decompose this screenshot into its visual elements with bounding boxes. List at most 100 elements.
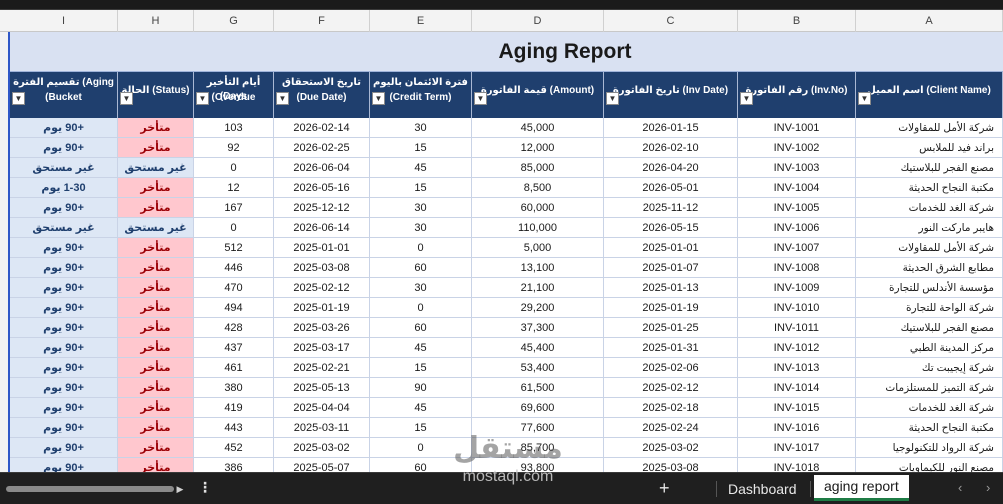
cell-status[interactable]: متأخر	[118, 438, 194, 458]
table-row[interactable]: +90 يوم متأخر 103 2026-02-14 30 45,000 2026-01…	[10, 118, 1003, 138]
cell-aging-bucket[interactable]: +90 يوم	[10, 258, 118, 278]
header-days-overdue[interactable]: أيام التأخير (Days (Overdue ▼	[194, 72, 274, 118]
cell-status[interactable]: متأخر	[118, 258, 194, 278]
cell-days-overdue[interactable]: 167	[194, 198, 274, 218]
header-status[interactable]: الحالة (Status) ▼	[118, 72, 194, 118]
cell-status[interactable]: متأخر	[118, 458, 194, 472]
table-row[interactable]: +90 يوم متأخر 446 2025-03-08 60 13,100 2025-01…	[10, 258, 1003, 278]
cell-inv-date[interactable]: 2026-05-01	[604, 178, 738, 198]
cell-status[interactable]: غير مستحق	[118, 218, 194, 238]
cell-inv-no[interactable]: INV-1002	[738, 138, 856, 158]
table-row[interactable]: +90 يوم متأخر 380 2025-05-13 90 61,500 2025-02…	[10, 378, 1003, 398]
cell-client-name[interactable]: مؤسسة الأندلس للتجارة	[856, 278, 1003, 298]
cell-due-date[interactable]: 2025-03-08	[274, 258, 370, 278]
header-inv-no[interactable]: رقم الفاتورة (Inv.No) ▼	[738, 72, 856, 118]
table-row[interactable]: +90 يوم متأخر 428 2025-03-26 60 37,300 2025-01…	[10, 318, 1003, 338]
table-row[interactable]: 1-30 يوم متأخر 12 2026-05-16 15 8,500 2026-05-…	[10, 178, 1003, 198]
cell-inv-no[interactable]: INV-1013	[738, 358, 856, 378]
cell-credit-term[interactable]: 15	[370, 178, 472, 198]
cell-status[interactable]: غير مستحق	[118, 158, 194, 178]
cell-inv-date[interactable]: 2025-01-25	[604, 318, 738, 338]
cell-inv-no[interactable]: INV-1004	[738, 178, 856, 198]
cell-aging-bucket[interactable]: +90 يوم	[10, 238, 118, 258]
filter-dropdown-icon[interactable]: ▼	[606, 92, 619, 105]
cell-aging-bucket[interactable]: 1-30 يوم	[10, 178, 118, 198]
cell-credit-term[interactable]: 90	[370, 378, 472, 398]
cell-inv-date[interactable]: 2025-02-18	[604, 398, 738, 418]
column-letter-a[interactable]: A	[856, 10, 1003, 32]
header-amount[interactable]: قيمة الفاتورة (Amount) ▼	[472, 72, 604, 118]
cell-credit-term[interactable]: 60	[370, 258, 472, 278]
cell-inv-date[interactable]: 2025-01-19	[604, 298, 738, 318]
filter-dropdown-icon[interactable]: ▼	[372, 92, 385, 105]
cell-aging-bucket[interactable]: +90 يوم	[10, 458, 118, 472]
cell-days-overdue[interactable]: 103	[194, 118, 274, 138]
cell-due-date[interactable]: 2026-05-16	[274, 178, 370, 198]
cell-client-name[interactable]: براند فيد للملابس	[856, 138, 1003, 158]
cell-inv-date[interactable]: 2025-02-12	[604, 378, 738, 398]
cell-amount[interactable]: 69,600	[472, 398, 604, 418]
cell-credit-term[interactable]: 0	[370, 238, 472, 258]
cell-client-name[interactable]: شركة الواحة للتجارة	[856, 298, 1003, 318]
cell-amount[interactable]: 93,800	[472, 458, 604, 472]
filter-dropdown-icon[interactable]: ▼	[740, 92, 753, 105]
cell-inv-date[interactable]: 2025-01-07	[604, 258, 738, 278]
cell-status[interactable]: متأخر	[118, 118, 194, 138]
cell-amount[interactable]: 37,300	[472, 318, 604, 338]
table-row[interactable]: +90 يوم متأخر 437 2025-03-17 45 45,400 2025-01…	[10, 338, 1003, 358]
cell-due-date[interactable]: 2025-03-11	[274, 418, 370, 438]
cell-inv-date[interactable]: 2025-03-02	[604, 438, 738, 458]
cell-due-date[interactable]: 2025-05-13	[274, 378, 370, 398]
cell-aging-bucket[interactable]: غير مستحق	[10, 158, 118, 178]
cell-status[interactable]: متأخر	[118, 298, 194, 318]
scrollbar-thumb[interactable]	[6, 486, 174, 492]
cell-inv-no[interactable]: INV-1005	[738, 198, 856, 218]
cell-due-date[interactable]: 2026-02-14	[274, 118, 370, 138]
column-letter-i[interactable]: I	[10, 10, 118, 32]
cell-amount[interactable]: 13,100	[472, 258, 604, 278]
cell-inv-no[interactable]: INV-1014	[738, 378, 856, 398]
cell-client-name[interactable]: شركة إيجيبت تك	[856, 358, 1003, 378]
cell-aging-bucket[interactable]: +90 يوم	[10, 138, 118, 158]
cell-inv-date[interactable]: 2025-01-31	[604, 338, 738, 358]
cell-client-name[interactable]: شركة التميز للمستلزمات	[856, 378, 1003, 398]
cell-client-name[interactable]: شركة الغد للخدمات	[856, 398, 1003, 418]
filter-dropdown-icon[interactable]: ▼	[120, 92, 133, 105]
cell-client-name[interactable]: هايبر ماركت النور	[856, 218, 1003, 238]
cell-due-date[interactable]: 2025-04-04	[274, 398, 370, 418]
cell-client-name[interactable]: مكتبة النجاح الحديثة	[856, 178, 1003, 198]
filter-dropdown-icon[interactable]: ▼	[858, 92, 871, 105]
cell-inv-date[interactable]: 2025-02-06	[604, 358, 738, 378]
cell-due-date[interactable]: 2025-02-21	[274, 358, 370, 378]
cell-inv-no[interactable]: INV-1012	[738, 338, 856, 358]
cell-days-overdue[interactable]: 380	[194, 378, 274, 398]
filter-dropdown-icon[interactable]: ▼	[196, 92, 209, 105]
cell-inv-no[interactable]: INV-1016	[738, 418, 856, 438]
cell-aging-bucket[interactable]: +90 يوم	[10, 118, 118, 138]
filter-dropdown-icon[interactable]: ▼	[12, 92, 25, 105]
table-row[interactable]: +90 يوم متأخر 470 2025-02-12 30 21,100 2025-01…	[10, 278, 1003, 298]
cell-inv-no[interactable]: INV-1010	[738, 298, 856, 318]
header-credit-term[interactable]: فترة الائتمان باليوم (Credit Term) ▼	[370, 72, 472, 118]
cell-amount[interactable]: 61,500	[472, 378, 604, 398]
table-row[interactable]: +90 يوم متأخر 461 2025-02-21 15 53,400 2025-02…	[10, 358, 1003, 378]
cell-status[interactable]: متأخر	[118, 178, 194, 198]
cell-inv-no[interactable]: INV-1018	[738, 458, 856, 472]
filter-dropdown-icon[interactable]: ▼	[474, 92, 487, 105]
header-aging-bucket[interactable]: تقسيم الفترة (Aging (Bucket ▼	[10, 72, 118, 118]
cell-days-overdue[interactable]: 512	[194, 238, 274, 258]
cell-due-date[interactable]: 2025-03-17	[274, 338, 370, 358]
cell-inv-date[interactable]: 2026-01-15	[604, 118, 738, 138]
tab-aging-report[interactable]: aging report	[814, 475, 909, 501]
column-letter-h[interactable]: H	[118, 10, 194, 32]
table-row[interactable]: +90 يوم متأخر 512 2025-01-01 0 5,000 2025-01-0…	[10, 238, 1003, 258]
cell-days-overdue[interactable]: 443	[194, 418, 274, 438]
cell-inv-no[interactable]: INV-1009	[738, 278, 856, 298]
cell-credit-term[interactable]: 0	[370, 438, 472, 458]
cell-amount[interactable]: 29,200	[472, 298, 604, 318]
cell-inv-date[interactable]: 2026-02-10	[604, 138, 738, 158]
table-row[interactable]: غير مستحق غير مستحق 0 2026-06-04 45 85,000 202…	[10, 158, 1003, 178]
cell-amount[interactable]: 110,000	[472, 218, 604, 238]
cell-days-overdue[interactable]: 0	[194, 158, 274, 178]
cell-credit-term[interactable]: 45	[370, 158, 472, 178]
